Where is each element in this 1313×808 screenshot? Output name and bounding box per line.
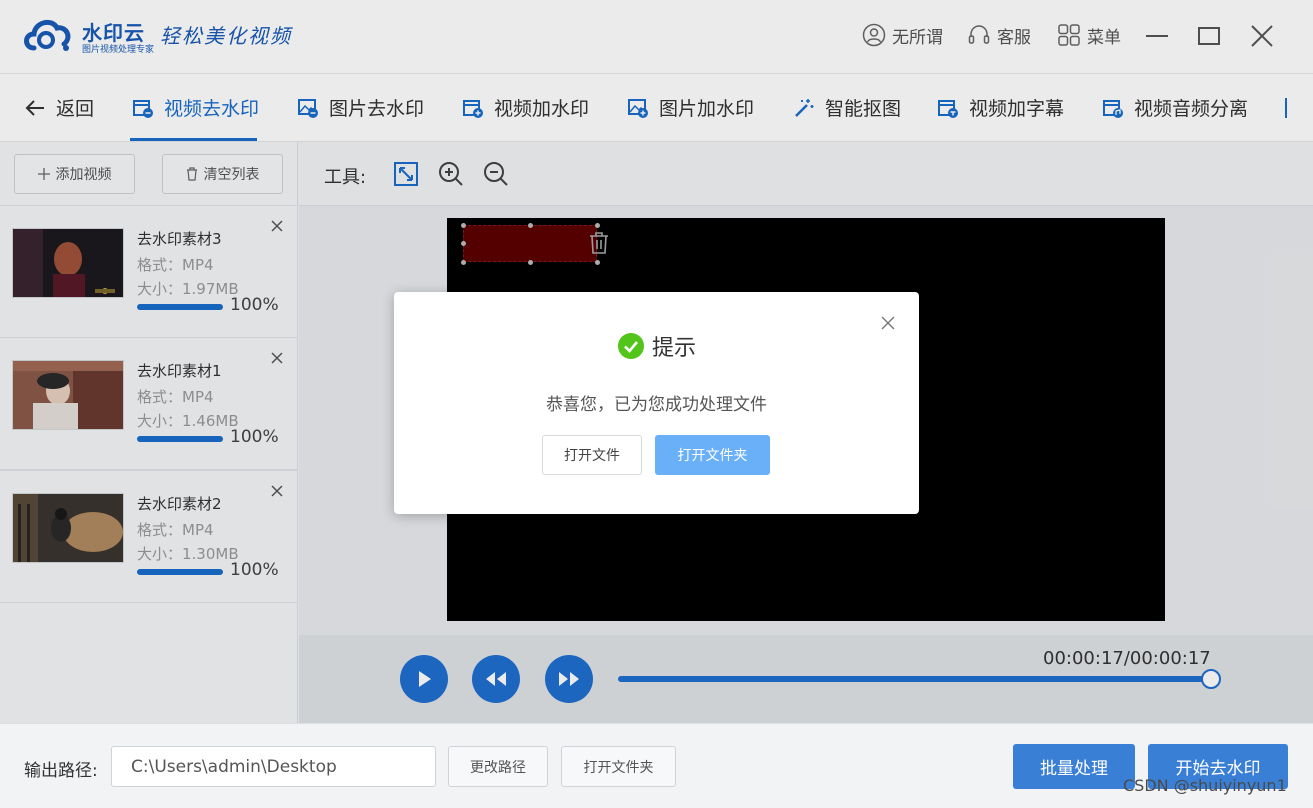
open-output-folder-button[interactable]: 打开文件夹	[561, 746, 676, 787]
output-path-field[interactable]: C:\Users\admin\Desktop	[111, 746, 436, 787]
output-bar: 输出路径: C:\Users\admin\Desktop 更改路径 打开文件夹 …	[0, 723, 1313, 808]
change-path-button[interactable]: 更改路径	[448, 746, 548, 787]
close-icon[interactable]	[880, 315, 896, 331]
dialog-title: 提示	[618, 330, 696, 362]
open-file-button[interactable]: 打开文件	[542, 435, 642, 475]
dialog-message: 恭喜您，已为您成功处理文件	[546, 395, 767, 415]
output-path-label: 输出路径:	[24, 761, 98, 781]
success-dialog: 提示 恭喜您，已为您成功处理文件 打开文件 打开文件夹	[394, 292, 919, 514]
open-folder-button[interactable]: 打开文件夹	[655, 435, 770, 475]
dialog-title-text: 提示	[652, 336, 697, 361]
csdn-watermark: CSDN @shuiyinyun1	[1123, 776, 1287, 795]
success-check-icon	[618, 333, 644, 359]
batch-process-button[interactable]: 批量处理	[1013, 744, 1135, 789]
